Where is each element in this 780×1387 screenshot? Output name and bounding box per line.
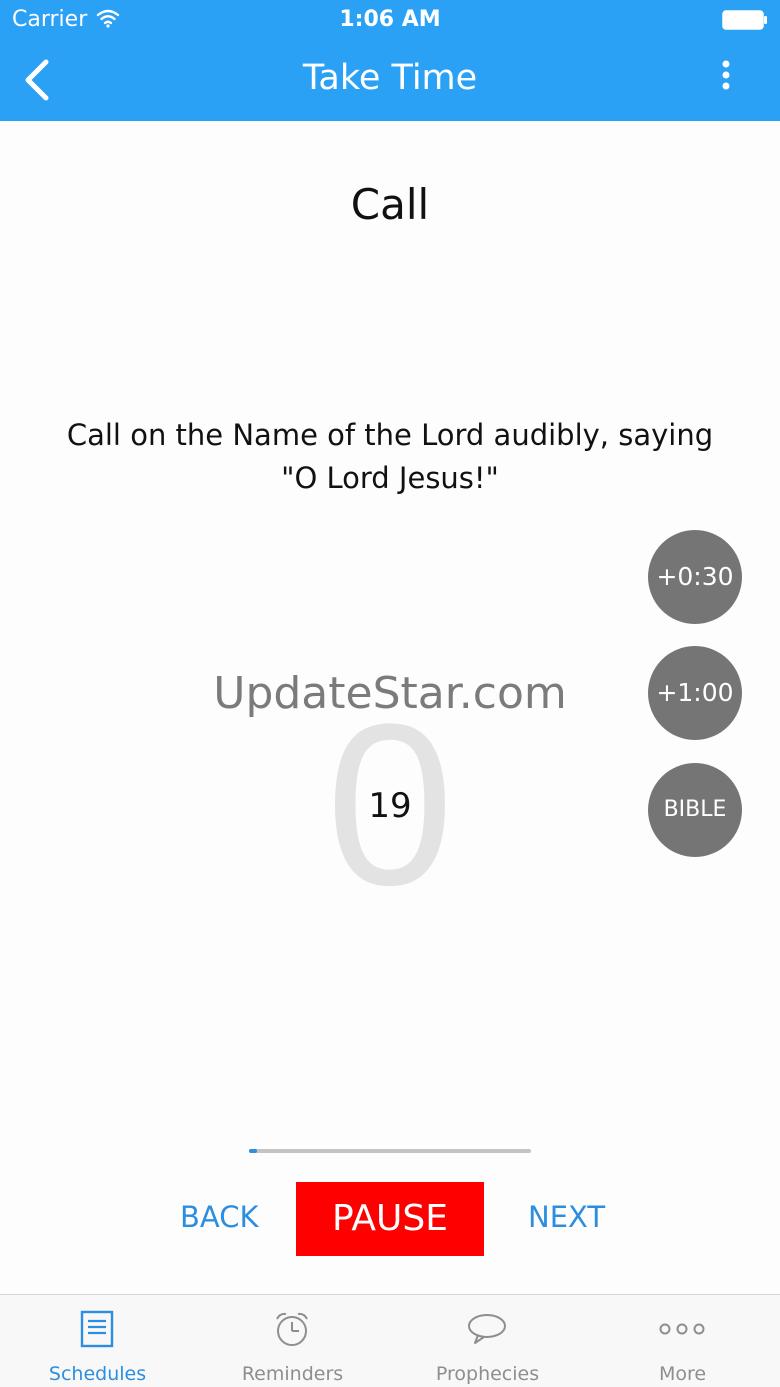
- navigation-bar: Take Time: [0, 40, 780, 121]
- back-button[interactable]: BACK: [180, 1200, 259, 1234]
- tab-reminders[interactable]: Reminders: [195, 1295, 390, 1387]
- tab-label: Prophecies: [435, 1363, 540, 1385]
- tab-prophecies[interactable]: Prophecies: [390, 1295, 585, 1387]
- speech-bubble-icon: [468, 1314, 506, 1344]
- schedule-list-icon: [80, 1310, 114, 1348]
- progress-bar: [249, 1149, 531, 1153]
- tab-more[interactable]: More: [585, 1295, 780, 1387]
- more-dots-icon: [659, 1323, 705, 1335]
- step-instruction: Call on the Name of the Lord audibly, sa…: [40, 414, 740, 500]
- battery-icon: [722, 10, 767, 30]
- add-1-minute-button[interactable]: +1:00: [648, 646, 742, 740]
- pause-button[interactable]: PAUSE: [296, 1182, 484, 1256]
- alarm-clock-icon: [276, 1312, 308, 1346]
- vertical-ellipsis-icon[interactable]: [718, 58, 734, 98]
- instruction-line-1: Call on the Name of the Lord audibly, sa…: [66, 418, 714, 452]
- add-30-seconds-button[interactable]: +0:30: [648, 530, 742, 624]
- status-time: 1:06 AM: [339, 7, 441, 32]
- tab-bar: Schedules Reminders Prophecies More: [0, 1294, 780, 1387]
- tab-label: Schedules: [48, 1363, 147, 1385]
- nav-title: Take Time: [302, 58, 478, 98]
- tab-label: More: [658, 1363, 707, 1385]
- step-title: Call: [350, 180, 430, 229]
- next-button[interactable]: NEXT: [528, 1200, 605, 1234]
- status-bar: Carrier 1:06 AM: [0, 0, 780, 40]
- bible-button[interactable]: BIBLE: [648, 763, 742, 857]
- tab-schedules[interactable]: Schedules: [0, 1295, 195, 1387]
- instruction-line-2: "O Lord Jesus!": [281, 461, 499, 495]
- tab-label: Reminders: [241, 1363, 344, 1385]
- progress-fill: [249, 1149, 258, 1153]
